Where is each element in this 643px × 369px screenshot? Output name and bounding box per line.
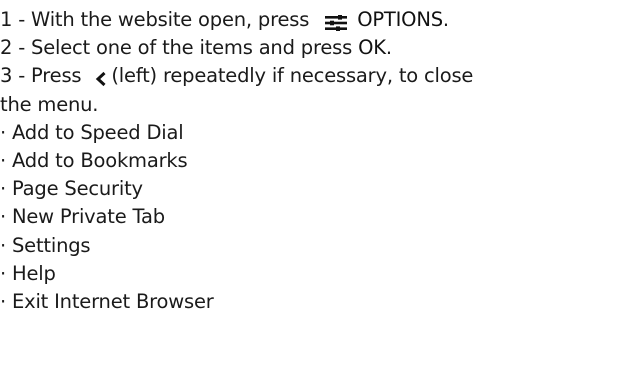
- list-item: · Add to Bookmarks: [0, 147, 643, 175]
- bullet: ·: [0, 290, 6, 314]
- step-3-continuation: the menu.: [0, 92, 99, 116]
- step-2-text: 2 - Select one of the items and press: [0, 36, 359, 60]
- list-item-label: Add to Speed Dial: [12, 120, 184, 144]
- instructions-document: 1 - With the website open, press OPTIONS…: [0, 0, 643, 369]
- step-3: 3 - Press (left) repeatedly if necessary…: [0, 62, 643, 90]
- chevron-left-icon: [95, 67, 107, 87]
- options-key-label: OPTIONS: [357, 8, 443, 31]
- list-item: · Exit Internet Browser: [0, 288, 643, 316]
- step-3-detail: (left) repeatedly if necessary, to close: [111, 64, 474, 88]
- step-1-end: .: [442, 8, 449, 31]
- list-item: · Settings: [0, 232, 643, 260]
- step-1-text: 1 - With the website open, press: [0, 8, 316, 31]
- ok-key-label: OK: [358, 36, 386, 60]
- step-3-text: 3 - Press: [0, 64, 88, 88]
- bullet: ·: [0, 177, 6, 201]
- list-item-label: Page Security: [12, 177, 143, 201]
- list-item-label: Settings: [12, 233, 91, 257]
- bullet: ·: [0, 205, 6, 229]
- bullet: ·: [0, 261, 6, 285]
- bullet: ·: [0, 233, 6, 257]
- list-item: · Help: [0, 260, 643, 288]
- list-item-label: Help: [12, 261, 56, 285]
- step-2-end: .: [385, 36, 392, 60]
- list-item-label: Exit Internet Browser: [12, 290, 214, 314]
- bullet: ·: [0, 149, 6, 173]
- step-1: 1 - With the website open, press OPTIONS…: [0, 6, 643, 34]
- sliders-options-icon: [325, 11, 348, 31]
- bullet: ·: [0, 120, 6, 144]
- step-2: 2 - Select one of the items and press OK…: [0, 34, 643, 62]
- list-item-label: New Private Tab: [12, 205, 165, 229]
- list-item: · New Private Tab: [0, 203, 643, 231]
- list-item: · Add to Speed Dial: [0, 119, 643, 147]
- list-item-label: Add to Bookmarks: [12, 149, 188, 173]
- list-item: · Page Security: [0, 175, 643, 203]
